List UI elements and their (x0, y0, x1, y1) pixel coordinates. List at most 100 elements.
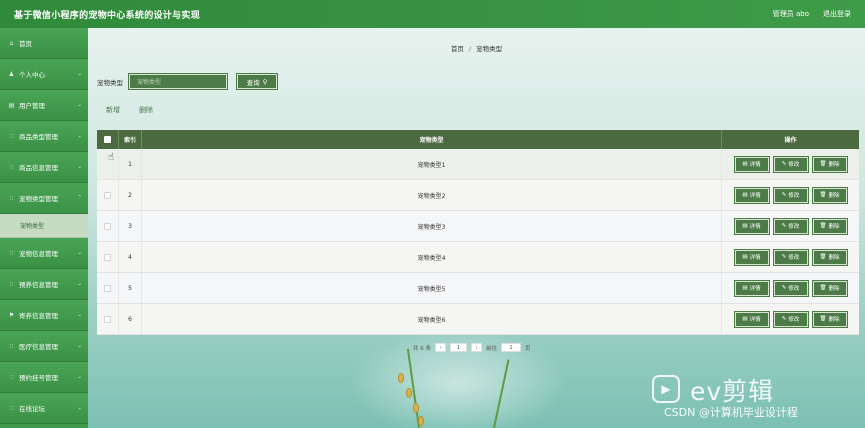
delete-button[interactable]: 🗑 删除 (811, 155, 848, 173)
sidebar-item-label: 个人中心 (19, 71, 45, 79)
main-content: 首页 / 宠物类型 宠物类型 宠物类型 查询 ⚲ 新增 删除 索引 宠物类型 操作 1… (88, 28, 865, 428)
edit-label: 修改 (788, 224, 800, 230)
sidebar-item-medical-info[interactable]: ∷ 医疗信息管理 ⌄ (0, 331, 88, 362)
edit-button[interactable]: ✎ 修改 (772, 310, 809, 328)
delete-button[interactable]: 🗑 删除 (811, 248, 848, 266)
chevron-down-icon: ⌄ (77, 374, 82, 380)
chevron-down-icon: ⌄ (77, 71, 82, 77)
grain-decoration (406, 388, 412, 398)
chevron-down-icon: ⌄ (77, 405, 82, 411)
edit-icon: ✎ (781, 285, 787, 291)
search-input[interactable]: 宠物类型 (128, 73, 228, 90)
detail-label: 详情 (749, 317, 761, 323)
grain-decoration (418, 416, 424, 426)
admin-user-label[interactable]: 管理员 abo (773, 9, 809, 19)
edit-label: 修改 (788, 286, 800, 292)
detail-label: 详情 (749, 193, 761, 199)
detail-icon: ▤ (742, 285, 748, 291)
home-icon: ⌂ (9, 39, 14, 47)
data-table: 索引 宠物类型 操作 1 宠物类型1 ▤ 详情 ✎ 修改 🗑 删除 2 宠物类型2 ▤… (97, 130, 859, 335)
detail-button[interactable]: ▤ 详情 (733, 279, 770, 297)
action-bar: 新增 删除 (106, 105, 153, 115)
row-checkbox[interactable] (104, 191, 111, 199)
sidebar-item-pet-type[interactable]: ∷ 宠物类型管理 ⌃ (0, 183, 88, 214)
delete-button[interactable]: 🗑 删除 (811, 217, 848, 235)
sidebar-item-label: 首页 (19, 40, 32, 48)
pager-current-page[interactable]: 1 (450, 343, 467, 352)
detail-button[interactable]: ▤ 详情 (733, 186, 770, 204)
batch-delete-button[interactable]: 删除 (139, 105, 153, 115)
sidebar-item-pet-info[interactable]: ∷ 宠物信息管理 ⌄ (0, 238, 88, 269)
breadcrumb-home[interactable]: 首页 (451, 45, 464, 53)
edit-button[interactable]: ✎ 修改 (772, 217, 809, 235)
pager-prev-button[interactable]: ‹ (435, 343, 446, 352)
chevron-down-icon: ⌄ (77, 133, 82, 139)
header-index: 索引 (119, 130, 142, 149)
sidebar-item-product-info[interactable]: ∷ 商品信息管理 ⌄ (0, 152, 88, 183)
add-button[interactable]: 新增 (106, 105, 120, 115)
row-index: 4 (119, 242, 142, 272)
pager-goto-label: 前往 (486, 345, 498, 352)
row-index: 2 (119, 180, 142, 210)
sidebar-item-home[interactable]: ⌂ 首页 (0, 28, 88, 59)
pager-next-button[interactable]: › (471, 343, 482, 352)
sidebar-item-label: 预养信息管理 (19, 281, 58, 289)
search-placeholder: 宠物类型 (137, 79, 162, 86)
edit-label: 修改 (788, 255, 800, 261)
sidebar-item-product-type[interactable]: ∷ 商品类型管理 ⌄ (0, 121, 88, 152)
edit-button[interactable]: ✎ 修改 (772, 186, 809, 204)
table-row: 1 宠物类型1 ▤ 详情 ✎ 修改 🗑 删除 (97, 149, 859, 180)
grid-icon: ∷ (9, 194, 14, 202)
delete-button[interactable]: 🗑 删除 (811, 310, 848, 328)
detail-button[interactable]: ▤ 详情 (733, 310, 770, 328)
user-icon: ♟ (8, 70, 15, 78)
edit-button[interactable]: ✎ 修改 (772, 279, 809, 297)
chevron-down-icon: ⌄ (77, 312, 82, 318)
sidebar-item-adoption-info[interactable]: ∷ 预养信息管理 ⌄ (0, 269, 88, 300)
detail-button[interactable]: ▤ 详情 (733, 155, 770, 173)
row-checkbox[interactable] (104, 284, 111, 292)
row-checkbox[interactable] (104, 222, 111, 230)
row-checkbox[interactable] (104, 315, 111, 323)
sidebar-item-forum[interactable]: ∷ 在线论坛 ⌄ (0, 393, 88, 424)
edit-button[interactable]: ✎ 修改 (772, 155, 809, 173)
select-all-checkbox[interactable] (104, 136, 111, 143)
sidebar-item-label: 预约挂号管理 (19, 374, 58, 382)
row-pet-type: 宠物类型4 (142, 242, 722, 272)
logout-link[interactable]: 退出登录 (823, 9, 851, 19)
pagination: 共 6 条 ‹ 1 › 前往 1 页 (413, 343, 531, 352)
pager-goto-input[interactable]: 1 (501, 343, 522, 352)
edit-button[interactable]: ✎ 修改 (772, 248, 809, 266)
edit-icon: ✎ (781, 192, 787, 198)
detail-label: 详情 (749, 255, 761, 261)
top-bar: 基于微信小程序的宠物中心系统的设计与实现 管理员 abo 退出登录 (0, 0, 865, 28)
detail-button[interactable]: ▤ 详情 (733, 217, 770, 235)
sidebar-item-personal-center[interactable]: ♟ 个人中心 ⌄ (0, 59, 88, 90)
row-checkbox[interactable] (104, 253, 111, 261)
sidebar-item-user-management[interactable]: ▤ 用户管理 ⌄ (0, 90, 88, 121)
detail-label: 详情 (749, 162, 761, 168)
search-label: 宠物类型 (97, 78, 123, 87)
sidebar-item-appointment[interactable]: ∷ 预约挂号管理 ⌄ (0, 362, 88, 393)
grid-icon: ∷ (9, 342, 14, 350)
sidebar-item-label: 宠物信息管理 (19, 250, 58, 258)
sidebar-item-boarding-info[interactable]: ⚑ 寄养信息管理 ⌄ (0, 300, 88, 331)
table-row: 4 宠物类型4 ▤ 详情 ✎ 修改 🗑 删除 (97, 242, 859, 273)
detail-icon: ▤ (742, 192, 748, 198)
row-pet-type: 宠物类型2 (142, 180, 722, 210)
delete-label: 删除 (828, 193, 840, 199)
pager-page-suffix: 页 (525, 345, 531, 352)
search-button[interactable]: 查询 ⚲ (236, 73, 278, 90)
detail-button[interactable]: ▤ 详情 (733, 248, 770, 266)
delete-label: 删除 (828, 224, 840, 230)
delete-button[interactable]: 🗑 删除 (811, 186, 848, 204)
chevron-down-icon: ⌄ (77, 343, 82, 349)
grid-icon: ∷ (9, 373, 14, 381)
edit-label: 修改 (788, 162, 800, 168)
delete-button[interactable]: 🗑 删除 (811, 279, 848, 297)
edit-icon: ✎ (781, 254, 787, 260)
ev-logo-icon: ▶ (652, 375, 680, 403)
chevron-down-icon: ⌄ (77, 164, 82, 170)
sidebar-subitem-pet-type[interactable]: 宠物类型 (0, 214, 88, 238)
edit-icon: ✎ (781, 161, 787, 167)
